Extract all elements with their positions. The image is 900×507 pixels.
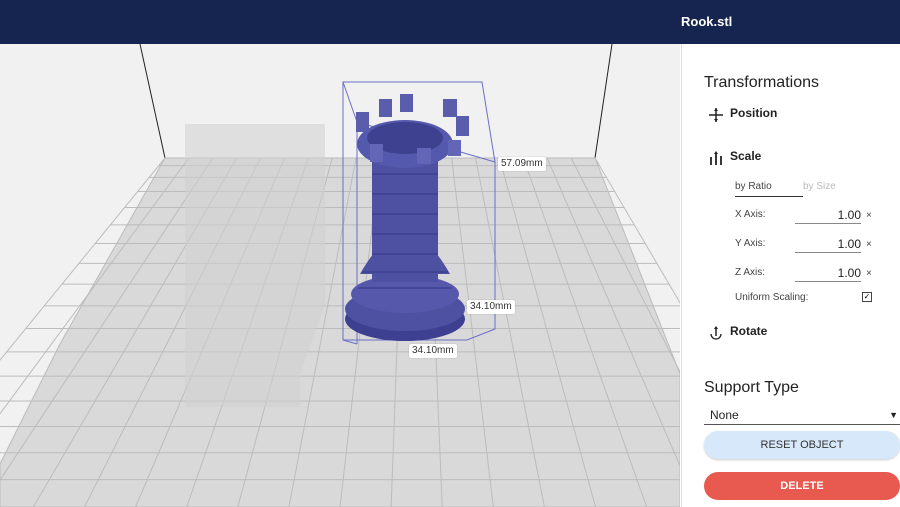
rotate-section[interactable]: Rotate xyxy=(682,324,900,344)
x-axis-label: X Axis: xyxy=(735,209,766,220)
reset-object-button[interactable]: RESET OBJECT xyxy=(704,431,900,459)
3d-viewport[interactable]: 57.09mm 34.10mm 34.10mm xyxy=(0,44,680,507)
transformations-panel: Transformations Position Scale by Ratio … xyxy=(681,44,900,507)
rotate-icon xyxy=(710,326,722,340)
transformations-title: Transformations xyxy=(704,74,819,91)
tab-by-ratio[interactable]: by Ratio xyxy=(735,181,803,197)
title-bar: Rook.stl xyxy=(0,0,900,44)
x-axis-unit: × xyxy=(866,210,872,221)
position-label: Position xyxy=(730,106,778,120)
build-plate-scene xyxy=(0,44,680,507)
y-axis-label: Y Axis: xyxy=(735,238,766,249)
rotate-label: Rotate xyxy=(730,324,768,338)
z-axis-label: Z Axis: xyxy=(735,267,766,278)
scale-icon xyxy=(710,151,722,165)
depth-dimension-label: 34.10mm xyxy=(467,300,515,314)
z-axis-unit: × xyxy=(866,268,872,279)
uniform-scaling-label: Uniform Scaling: xyxy=(735,292,809,303)
delete-button[interactable]: DELETE xyxy=(704,472,900,500)
support-type-select[interactable]: None ▼ xyxy=(704,406,900,425)
tab-by-size[interactable]: by Size xyxy=(803,181,836,192)
y-axis-input[interactable] xyxy=(795,236,861,253)
height-dimension-label: 57.09mm xyxy=(498,157,546,171)
move-arrows-icon xyxy=(709,108,723,122)
width-dimension-label: 34.10mm xyxy=(409,344,457,358)
position-section[interactable]: Position xyxy=(682,106,900,126)
x-axis-input[interactable] xyxy=(795,207,861,224)
scale-label: Scale xyxy=(730,149,762,163)
uniform-scaling-checkbox[interactable]: ✓ xyxy=(862,292,872,302)
support-type-value: None xyxy=(710,408,739,422)
window-title: Rook.stl xyxy=(681,14,733,29)
dropdown-arrow-icon: ▼ xyxy=(889,410,898,420)
support-type-title: Support Type xyxy=(704,379,799,396)
z-axis-input[interactable] xyxy=(795,265,861,282)
y-axis-unit: × xyxy=(866,239,872,250)
scale-section[interactable]: Scale xyxy=(682,149,900,169)
